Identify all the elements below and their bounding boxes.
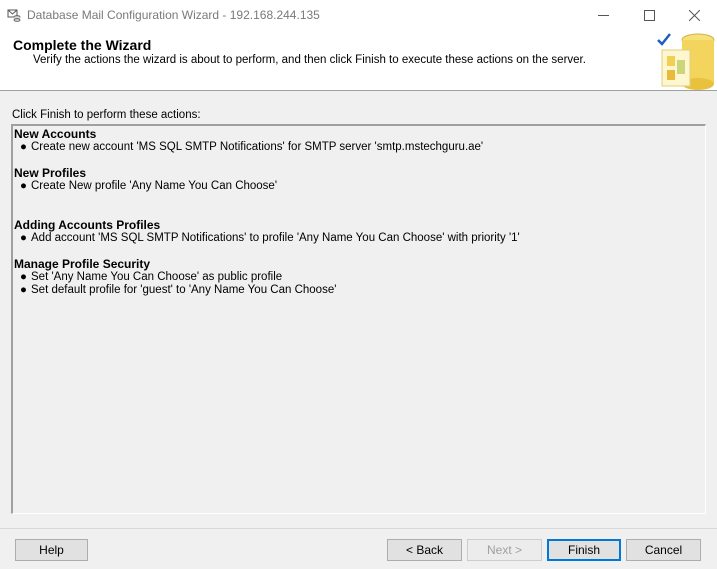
wizard-header: Complete the Wizard Verify the actions t… (0, 30, 717, 91)
bullet-icon: ● (20, 284, 27, 296)
section-title-adding-accounts-profiles: Adding Accounts Profiles (14, 218, 161, 232)
next-button[interactable]: Next > (467, 539, 542, 561)
action-item: ● Create new account 'MS SQL SMTP Notific… (20, 141, 484, 153)
minimize-button[interactable] (580, 0, 626, 30)
close-icon (688, 9, 700, 21)
bullet-icon: ● (20, 141, 27, 153)
instruction-label: Click Finish to perform these actions: (12, 109, 201, 121)
window-titlebar: Database Mail Configuration Wizard - 192… (0, 0, 717, 30)
action-item: ● Set 'Any Name You Can Choose' as public… (20, 271, 283, 283)
bullet-icon: ● (20, 232, 27, 244)
cancel-button[interactable]: Cancel (626, 539, 701, 561)
actions-report-panel[interactable]: New Accounts ● Create new account 'MS SQL… (11, 124, 706, 514)
footer-divider (0, 528, 717, 529)
section-title-manage-profile-security: Manage Profile Security (14, 257, 151, 271)
help-button[interactable]: Help (15, 539, 88, 561)
back-button[interactable]: < Back (387, 539, 462, 561)
action-item: ● Add account 'MS SQL SMTP Notifications'… (20, 232, 520, 244)
section-title-new-accounts: New Accounts (14, 127, 97, 141)
action-item: ● Set default profile for 'guest' to 'Any… (20, 284, 337, 296)
action-item: ● Create New profile 'Any Name You Can Ch… (20, 180, 278, 192)
maximize-icon (643, 9, 655, 21)
page-subtitle: Verify the actions the wizard is about t… (33, 54, 586, 66)
window-title: Database Mail Configuration Wizard - 192… (27, 8, 320, 22)
database-mail-wizard-icon (657, 33, 715, 90)
bullet-icon: ● (20, 180, 27, 192)
finish-button[interactable]: Finish (547, 539, 621, 561)
close-button[interactable] (671, 0, 717, 30)
minimize-icon (597, 14, 609, 16)
section-title-new-profiles: New Profiles (14, 166, 87, 180)
maximize-button[interactable] (626, 0, 672, 30)
bullet-icon: ● (20, 271, 27, 283)
database-mail-app-icon (7, 9, 21, 22)
page-title: Complete the Wizard (13, 37, 152, 53)
